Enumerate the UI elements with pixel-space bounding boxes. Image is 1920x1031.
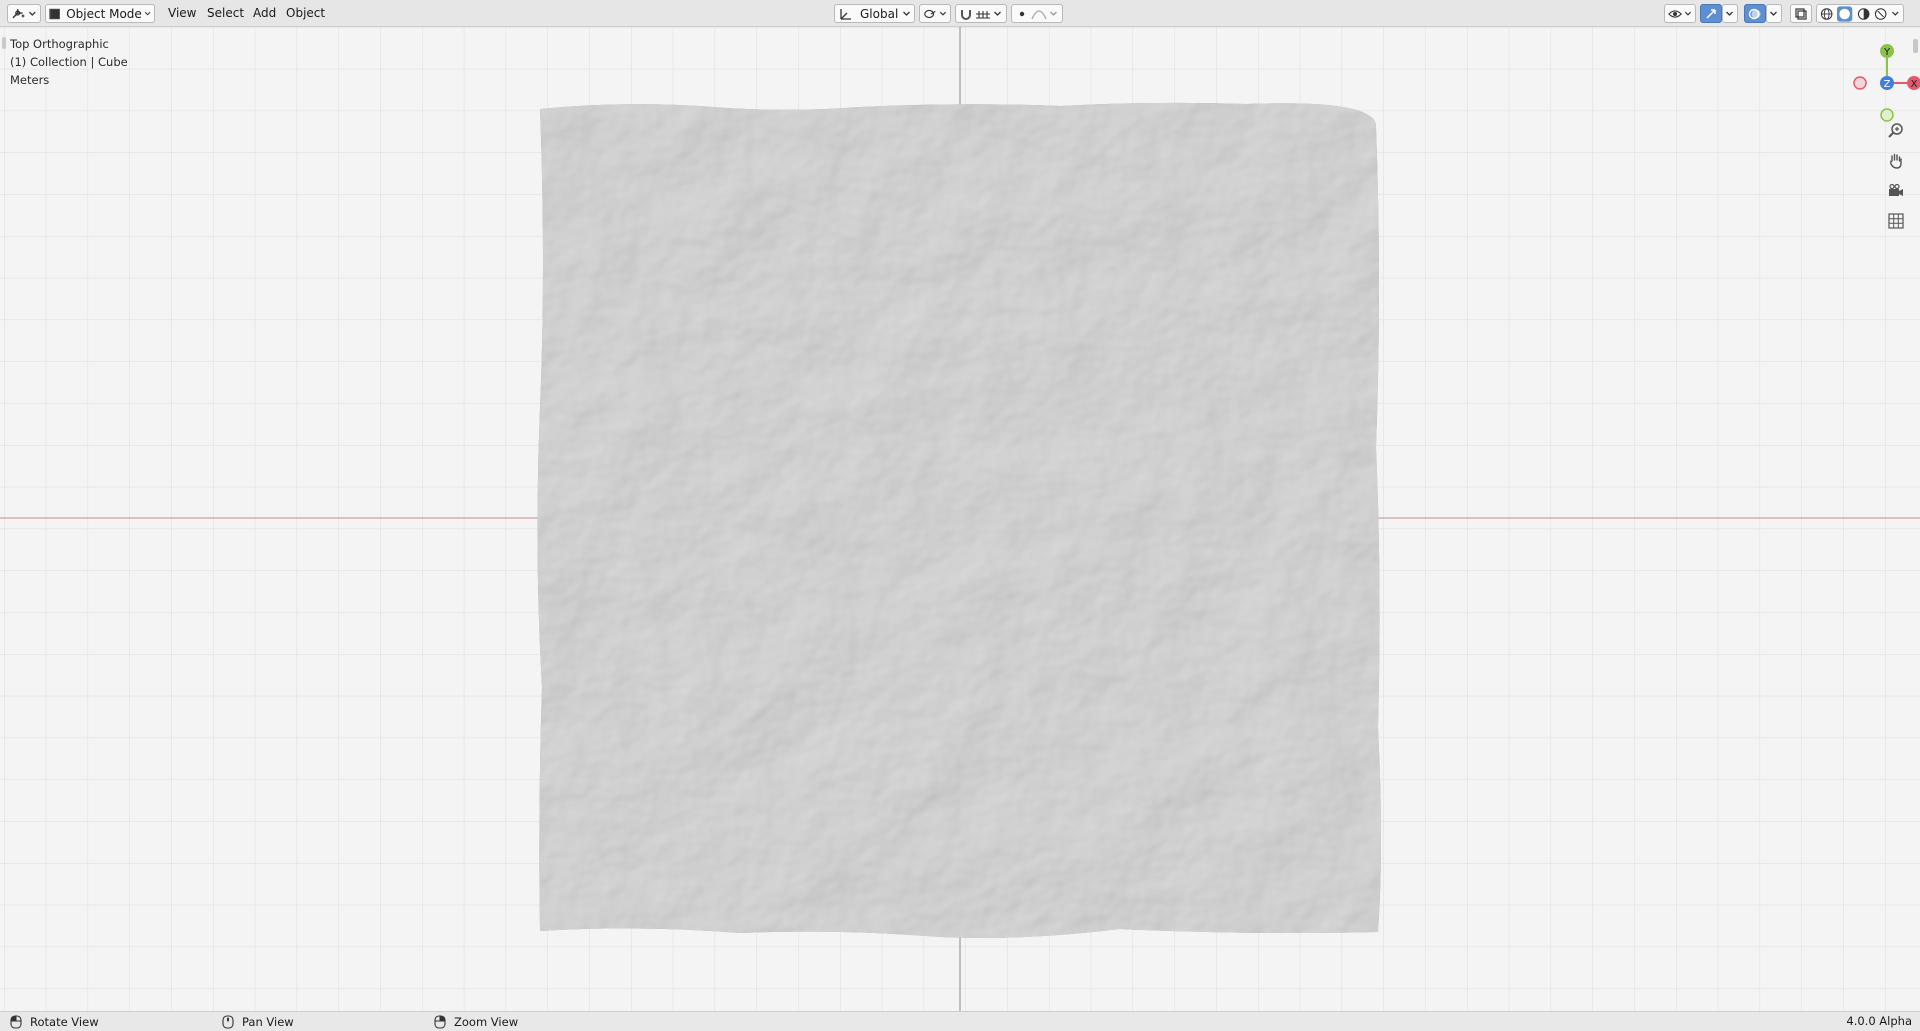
orientation-label: Global xyxy=(860,6,899,21)
snap-increment-icon xyxy=(976,10,990,19)
3d-viewport[interactable]: Top Orthographic (1) Collection | Cube M… xyxy=(0,27,1920,1011)
camera-icon xyxy=(1889,183,1903,196)
material-preview-icon[interactable] xyxy=(1857,7,1870,21)
chevron-down-icon xyxy=(1892,11,1900,16)
grid-icon xyxy=(1888,213,1904,229)
3d-viewport-icon xyxy=(12,8,25,18)
wireframe-shading-icon[interactable] xyxy=(1820,7,1833,21)
viewport-header: Object Mode View Select Add Object Globa… xyxy=(0,0,1920,27)
snapping-group[interactable] xyxy=(955,4,1007,23)
toolbar-expand-handle[interactable] xyxy=(2,37,6,49)
status-zoom-label: Zoom View xyxy=(454,1015,519,1029)
chevron-down-icon xyxy=(144,11,151,16)
overlays-icon xyxy=(1748,8,1761,19)
x-axis-label: X xyxy=(1911,79,1918,90)
transform-orientation-selector[interactable]: Global xyxy=(834,4,915,23)
menu-view[interactable]: View xyxy=(165,5,199,22)
menu-object[interactable]: Object xyxy=(283,5,328,22)
status-rotate: Rotate View xyxy=(10,1014,99,1030)
gizmo-toggle-button[interactable] xyxy=(1700,4,1722,23)
mouse-left-icon xyxy=(10,1015,22,1029)
viewport-info-overlay: Top Orthographic (1) Collection | Cube M… xyxy=(10,35,128,89)
status-pan-label: Pan View xyxy=(242,1015,294,1029)
chevron-down-icon xyxy=(903,11,910,16)
chevron-down-icon xyxy=(939,11,947,16)
eye-icon xyxy=(1668,9,1683,18)
mouse-scroll-icon xyxy=(434,1015,446,1029)
solid-shading-icon[interactable] xyxy=(1837,5,1853,22)
status-pan: Pan View xyxy=(222,1014,294,1030)
mode-label: Object Mode xyxy=(66,6,142,21)
xray-icon xyxy=(1795,7,1807,20)
chevron-down-icon xyxy=(994,11,1001,16)
mode-selector[interactable]: Object Mode xyxy=(45,4,155,23)
falloff-curve-icon xyxy=(1031,9,1047,19)
visibility-selector[interactable] xyxy=(1664,4,1696,23)
xray-toggle-button[interactable] xyxy=(1790,4,1812,23)
z-axis-label: Z xyxy=(1884,79,1891,90)
editor-type-button[interactable] xyxy=(7,4,41,23)
y-axis-label: Y xyxy=(1883,47,1891,58)
toggle-perspective-tool[interactable] xyxy=(1884,209,1908,233)
overlays-toggle-button[interactable] xyxy=(1744,4,1766,23)
version-label: 4.0.0 Alpha xyxy=(1846,1014,1912,1028)
chevron-down-icon xyxy=(1050,11,1057,16)
mouse-middle-icon xyxy=(222,1015,234,1029)
unit-label: Meters xyxy=(10,73,50,87)
zoom-tool[interactable] xyxy=(1884,119,1908,143)
displaced-plane-mesh xyxy=(537,102,1381,938)
navigation-gizmo[interactable]: Y X Z xyxy=(1840,33,1920,123)
pan-tool[interactable] xyxy=(1884,149,1908,173)
proportional-edit-icon xyxy=(1019,11,1025,16)
orientation-axes-icon xyxy=(840,8,851,20)
menu-select[interactable]: Select xyxy=(204,5,247,22)
magnet-icon xyxy=(961,9,971,20)
object-mode-icon xyxy=(49,8,60,19)
chevron-down-icon xyxy=(1770,11,1777,16)
pivot-point-selector[interactable] xyxy=(919,4,951,23)
gizmo-options-dropdown[interactable] xyxy=(1722,4,1738,23)
hand-icon xyxy=(1889,153,1902,169)
chevron-down-icon xyxy=(1726,11,1733,16)
gizmo-icon xyxy=(1706,8,1716,19)
camera-view-tool[interactable] xyxy=(1884,179,1908,203)
pivot-icon xyxy=(924,9,936,18)
neg-x-axis-handle xyxy=(1853,76,1867,90)
proportional-editing-group[interactable] xyxy=(1011,4,1063,23)
chevron-down-icon xyxy=(1684,11,1692,16)
menu-add[interactable]: Add xyxy=(250,5,279,22)
status-zoom: Zoom View xyxy=(434,1014,518,1030)
zoom-magnifier-icon xyxy=(1888,123,1903,138)
viewport-grid xyxy=(0,27,1920,1011)
view-name: Top Orthographic xyxy=(10,37,109,51)
shading-mode-group[interactable] xyxy=(1816,4,1904,23)
collection-info: (1) Collection | Cube xyxy=(10,55,128,69)
status-bar: Rotate View Pan View Zoom View 4.0.0 Alp… xyxy=(0,1011,1920,1031)
chevron-down-icon xyxy=(29,11,37,16)
sidebar-expand-handle[interactable] xyxy=(1913,39,1918,53)
overlays-options-dropdown[interactable] xyxy=(1766,4,1782,23)
rendered-shading-icon[interactable] xyxy=(1874,7,1887,21)
status-rotate-label: Rotate View xyxy=(30,1015,99,1029)
